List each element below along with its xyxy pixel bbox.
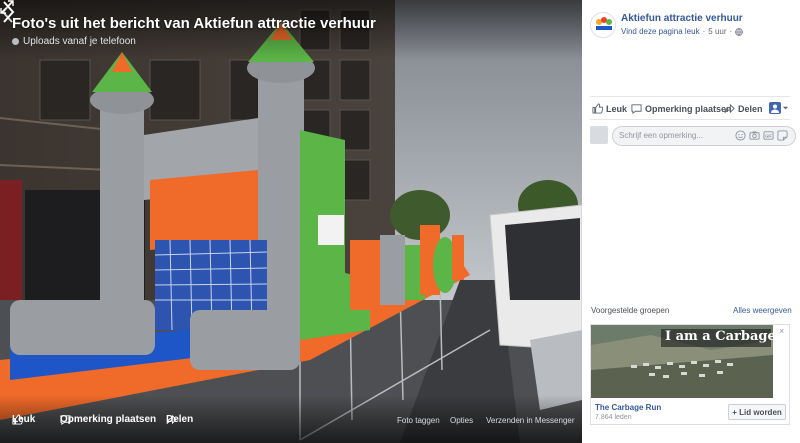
group-member-count: 7.864 leden	[595, 414, 632, 421]
meta-separator: ·	[702, 27, 706, 36]
group-banner-text: I am a Carbage	[665, 329, 773, 344]
tag-photo-link[interactable]: Foto taggen	[397, 416, 440, 425]
see-all-groups-link[interactable]: Alles weergeven	[733, 306, 792, 315]
like-label: Leuk	[606, 103, 628, 114]
photo[interactable]: Foto's uit het bericht van Aktiefun attr…	[0, 0, 582, 443]
album-icon	[12, 38, 19, 45]
photo-like-button[interactable]: Leuk	[12, 414, 35, 425]
share-label: Delen	[738, 103, 763, 114]
meta-separator-2: ·	[729, 27, 733, 36]
thumbs-up-icon	[12, 414, 23, 425]
svg-text:GIF: GIF	[765, 134, 772, 139]
group-banner-image[interactable]: I am a Carbage	[591, 325, 773, 398]
actions-top-divider	[590, 96, 790, 97]
camera-icon[interactable]	[749, 130, 760, 141]
gif-icon[interactable]: GIF	[763, 130, 774, 141]
share-button[interactable]: Delen	[724, 103, 763, 114]
comment-icon	[631, 104, 642, 114]
send-in-messenger-link[interactable]: Verzenden in Messenger	[486, 416, 575, 425]
emoji-icon[interactable]	[735, 130, 746, 141]
like-page-link[interactable]: Vind deze pagina leuk	[621, 27, 700, 36]
page-meta: Vind deze pagina leuk · 5 uur ·	[621, 27, 743, 36]
suggested-groups-title: Voorgestelde groepen	[591, 306, 670, 315]
photo-scene	[0, 0, 582, 443]
album-label: Uploads vanaf je telefoon	[23, 36, 136, 47]
comment-label: Opmerking plaatsen	[645, 103, 732, 114]
actions-bottom-divider	[590, 119, 790, 120]
options-link[interactable]: Opties	[450, 416, 473, 425]
page-name-link[interactable]: Aktiefun attractie verhuur	[621, 13, 743, 24]
page-avatar[interactable]	[590, 12, 616, 38]
share-arrow-icon	[724, 103, 735, 114]
thumbs-up-icon	[592, 103, 603, 114]
like-button[interactable]: Leuk	[592, 103, 627, 114]
next-photo-chevron-icon[interactable]	[0, 0, 16, 24]
photo-album-subtitle[interactable]: Uploads vanaf je telefoon	[12, 36, 136, 47]
comment-button[interactable]: Opmerking plaatsen	[631, 103, 732, 114]
page-profile-small-icon	[769, 102, 781, 114]
photo-comment-button[interactable]: Opmerking plaatsen	[60, 414, 156, 425]
photo-share-button[interactable]: Delen	[166, 414, 193, 425]
photo-viewer: Foto's uit het bericht van Aktiefun attr…	[0, 0, 800, 443]
photo-title: Foto's uit het bericht van Aktiefun attr…	[12, 15, 376, 32]
dismiss-group-close-icon[interactable]: ×	[779, 326, 784, 336]
comment-icon	[60, 415, 71, 425]
sticker-icon[interactable]	[777, 130, 788, 141]
post-as-selector[interactable]	[769, 102, 789, 114]
comment-placeholder: Schrijf een opmerking...	[619, 131, 704, 140]
group-name-link[interactable]: The Carbage Run	[595, 403, 661, 412]
public-globe-icon	[735, 27, 743, 36]
post-time[interactable]: 5 uur	[708, 27, 726, 36]
photo-comment-label: Opmerking plaatsen	[60, 414, 157, 425]
commenter-avatar	[590, 126, 608, 144]
chevron-down-icon	[782, 106, 789, 109]
share-arrow-icon	[166, 414, 177, 425]
join-group-button[interactable]: + Lid worden	[728, 404, 786, 420]
